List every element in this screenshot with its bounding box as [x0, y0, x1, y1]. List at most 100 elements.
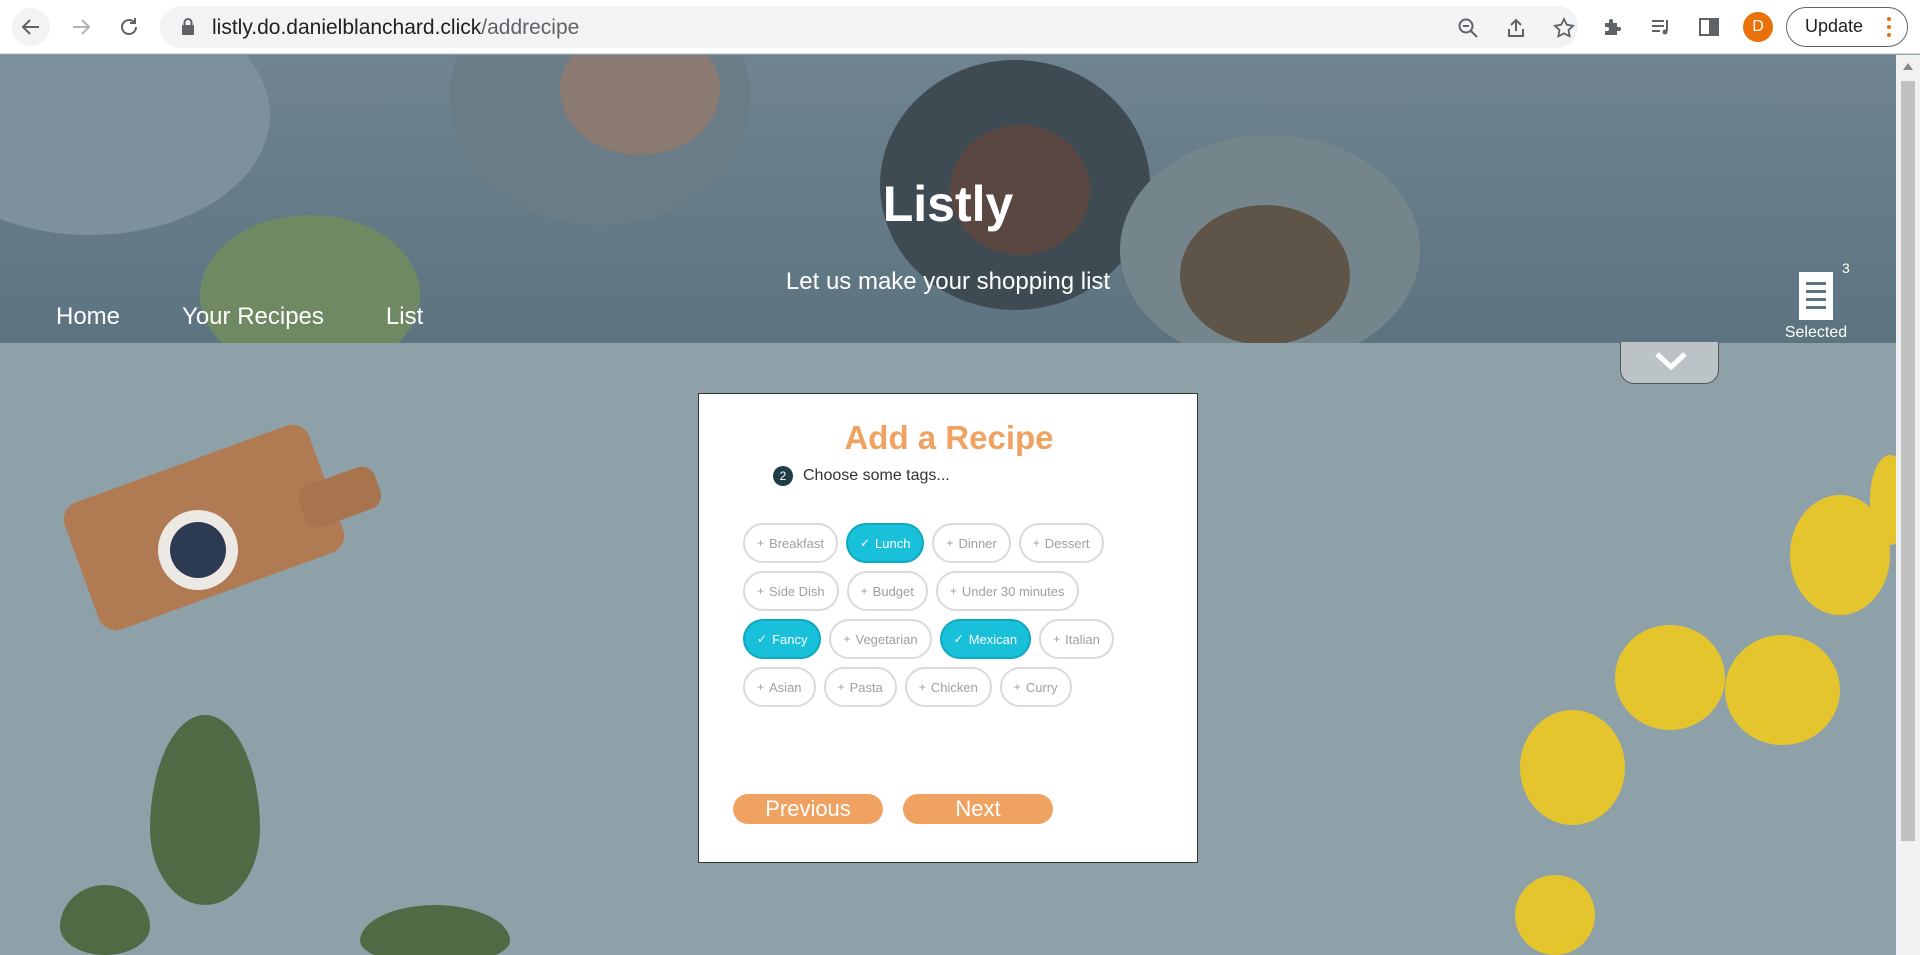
tag-label: Dessert — [1044, 535, 1090, 551]
plus-icon: + — [949, 584, 957, 598]
url-text: listly.do.danielblanchard.click/addrecip… — [212, 16, 579, 40]
tag-label: Vegetarian — [855, 631, 918, 647]
tag-label: Fancy — [772, 631, 808, 647]
plus-icon: + — [757, 536, 765, 550]
site-tagline: Let us make your shopping list — [785, 268, 1111, 295]
step-instruction: Choose some tags... — [803, 467, 950, 484]
plus-icon: + — [1053, 632, 1061, 646]
bookmark-star-icon[interactable] — [1552, 16, 1576, 40]
lemon-image — [1615, 625, 1725, 730]
scrollbar-thumb[interactable] — [1901, 81, 1915, 841]
chevron-down-icon — [1655, 352, 1687, 371]
tag-chip-pasta[interactable]: + Pasta — [823, 667, 897, 707]
plus-icon: + — [1032, 536, 1040, 550]
back-button[interactable] — [12, 8, 50, 46]
site-title: Listly — [882, 176, 1014, 232]
plus-icon: + — [843, 632, 851, 646]
tag-row: + Side Dish + Budget + Under 30 minutes — [743, 571, 1163, 611]
hero-banner: Listly Let us make your shopping list Ho… — [0, 55, 1896, 343]
plus-icon: + — [837, 680, 845, 694]
tag-chip-curry[interactable]: + Curry — [999, 667, 1072, 707]
receipt-icon — [1799, 272, 1833, 320]
main-nav: Home Your Recipes List — [56, 303, 423, 331]
extensions-puzzle-icon[interactable] — [1600, 14, 1626, 40]
plus-icon: + — [757, 680, 765, 694]
tag-label: Dinner — [958, 535, 997, 551]
zoom-out-icon[interactable] — [1456, 16, 1480, 40]
form-title: Add a Recipe — [844, 419, 1054, 456]
tag-chip-fancy[interactable]: ✓ Fancy — [743, 619, 822, 659]
tag-label: Mexican — [968, 631, 1018, 647]
selected-recipes-toggle[interactable] — [1620, 342, 1719, 384]
lock-icon — [182, 18, 194, 35]
tag-label: Asian — [769, 679, 802, 695]
selected-recipes-label: Selected Recipes — [1784, 324, 1848, 343]
tag-label: Italian — [1065, 631, 1100, 647]
lemon-image — [1515, 875, 1595, 955]
plus-icon: + — [946, 536, 954, 550]
tag-row: + Breakfast ✓ Lunch + Dinner + Dessert — [743, 523, 1163, 563]
url-path: /addrecipe — [481, 16, 580, 39]
tag-label: Lunch — [875, 535, 911, 551]
kale-leaf-image — [60, 885, 150, 955]
tag-label: Under 30 minutes — [961, 583, 1065, 599]
selected-count-badge: 3 — [1842, 260, 1850, 276]
profile-avatar[interactable]: D — [1743, 12, 1773, 42]
forward-button[interactable] — [62, 8, 100, 46]
tag-label: Side Dish — [769, 583, 825, 599]
check-icon: ✓ — [859, 536, 870, 550]
tag-label: Breakfast — [769, 535, 824, 551]
reload-icon — [121, 18, 137, 35]
plus-icon: + — [918, 680, 926, 694]
form-step: 2 Choose some tags... — [773, 466, 950, 486]
nav-list[interactable]: List — [386, 303, 423, 331]
tag-chip-side-dish[interactable]: + Side Dish — [743, 571, 839, 611]
side-panel-icon[interactable] — [1696, 14, 1722, 40]
tag-chip-under-30-minutes[interactable]: + Under 30 minutes — [935, 571, 1079, 611]
tag-label: Chicken — [930, 679, 978, 695]
lemon-image — [1520, 710, 1625, 825]
tag-chip-italian[interactable]: + Italian — [1039, 619, 1114, 659]
scroll-up-arrow-icon[interactable] — [1903, 63, 1913, 70]
tag-chip-budget[interactable]: + Budget — [846, 571, 928, 611]
tag-chip-vegetarian[interactable]: + Vegetarian — [829, 619, 932, 659]
tag-chip-dinner[interactable]: + Dinner — [932, 523, 1011, 563]
check-icon: ✓ — [757, 632, 768, 646]
previous-button[interactable]: Previous — [733, 794, 883, 824]
tag-label: Budget — [872, 583, 914, 599]
arrow-right-icon — [73, 19, 91, 35]
plus-icon: + — [1013, 680, 1021, 694]
share-icon[interactable] — [1504, 16, 1528, 40]
tag-list: + Breakfast ✓ Lunch + Dinner + Dessert + Side Dis… — [743, 523, 1163, 715]
step-number: 2 — [773, 466, 793, 486]
kale-leaf-image — [150, 715, 260, 905]
tag-chip-breakfast[interactable]: + Breakfast — [743, 523, 838, 563]
tag-chip-chicken[interactable]: + Chicken — [904, 667, 992, 707]
tag-row: + Asian + Pasta + Chicken + Curry — [743, 667, 1163, 707]
nav-home[interactable]: Home — [56, 303, 120, 331]
next-button[interactable]: Next — [903, 794, 1053, 824]
tag-label: Pasta — [849, 679, 883, 695]
browser-toolbar: listly.do.danielblanchard.click/addrecip… — [0, 0, 1920, 54]
page-scrollbar[interactable] — [1896, 55, 1920, 955]
selected-recipes-button[interactable]: 3 Selected Recipes — [1754, 260, 1878, 343]
tag-row: ✓ Fancy + Vegetarian ✓ Mexican + Italian — [743, 619, 1163, 659]
add-recipe-form: Add a Recipe 2 Choose some tags... + Brea… — [698, 393, 1198, 863]
menu-dots-icon — [1887, 14, 1891, 40]
tag-label: Curry — [1025, 679, 1058, 695]
tag-chip-mexican[interactable]: ✓ Mexican — [939, 619, 1032, 659]
media-queue-icon[interactable] — [1648, 14, 1674, 40]
blueberries-image — [170, 522, 226, 578]
address-bar[interactable]: listly.do.danielblanchard.click/addrecip… — [160, 6, 1578, 48]
tag-chip-asian[interactable]: + Asian — [743, 667, 816, 707]
kale-leaf-image — [360, 905, 510, 955]
tag-chip-dessert[interactable]: + Dessert — [1018, 523, 1104, 563]
update-button[interactable]: Update — [1786, 7, 1908, 47]
nav-your-recipes[interactable]: Your Recipes — [182, 303, 324, 331]
update-label: Update — [1805, 16, 1864, 36]
tag-chip-lunch[interactable]: ✓ Lunch — [845, 523, 925, 563]
arrow-left-icon — [21, 19, 39, 35]
reload-button[interactable] — [110, 8, 148, 46]
plus-icon: + — [757, 584, 765, 598]
lemon-image — [1725, 635, 1840, 745]
